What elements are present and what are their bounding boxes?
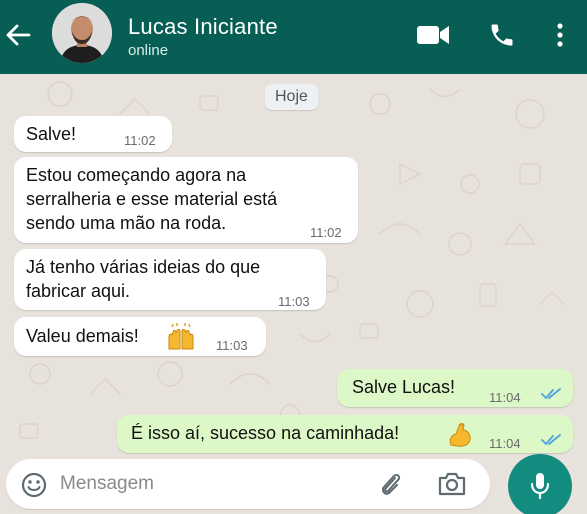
whatsapp-chat-screen: Lucas Iniciante online Hoje Salve! 11:02… bbox=[0, 0, 587, 514]
message-bubble-incoming[interactable]: Estou começando agora na serralheria e e… bbox=[14, 157, 358, 243]
message-text: Já tenho várias ideias do que fabricar a… bbox=[26, 257, 261, 301]
message-bubble-outgoing[interactable]: Salve Lucas! 11:04 bbox=[337, 369, 573, 407]
message-text: Salve Lucas! bbox=[352, 377, 456, 397]
contact-name[interactable]: Lucas Iniciante bbox=[128, 14, 278, 40]
message-bubble-outgoing[interactable]: É isso aí, sucesso na caminhada! 11:04 bbox=[117, 415, 573, 453]
message-time: 11:02 bbox=[310, 225, 342, 240]
more-options-icon[interactable] bbox=[552, 19, 568, 51]
message-bubble-incoming[interactable]: Salve! 11:02 bbox=[14, 116, 172, 152]
message-time: 11:03 bbox=[278, 294, 310, 309]
read-receipt-icon bbox=[541, 388, 561, 399]
read-receipt-icon bbox=[541, 434, 561, 445]
back-arrow-icon[interactable] bbox=[4, 21, 32, 49]
message-bubble-incoming[interactable]: Já tenho várias ideias do que fabricar a… bbox=[14, 249, 326, 310]
date-separator: Hoje bbox=[265, 84, 318, 110]
message-bubble-incoming[interactable]: Valeu demais! 11:03 bbox=[14, 317, 266, 356]
message-text: Estou começando agora na serralheria e e… bbox=[26, 165, 278, 233]
camera-icon[interactable] bbox=[437, 471, 467, 497]
avatar[interactable] bbox=[52, 3, 112, 63]
message-time: 11:04 bbox=[489, 436, 521, 451]
message-text: Valeu demais! bbox=[26, 326, 139, 346]
emoji-icon[interactable] bbox=[20, 471, 48, 499]
flexed-biceps-emoji-icon bbox=[449, 423, 471, 447]
message-time: 11:04 bbox=[489, 390, 521, 405]
message-text: É isso aí, sucesso na caminhada! bbox=[131, 423, 400, 443]
message-input[interactable] bbox=[60, 469, 360, 499]
message-composer bbox=[6, 459, 490, 509]
contact-status: online bbox=[128, 42, 169, 59]
raising-hands-emoji-icon bbox=[168, 323, 194, 350]
phone-call-icon[interactable] bbox=[486, 19, 518, 51]
message-time: 11:03 bbox=[216, 338, 248, 353]
chat-area[interactable]: Hoje Salve! 11:02 Estou começando agora … bbox=[0, 74, 587, 514]
attach-icon[interactable] bbox=[378, 470, 404, 498]
message-time: 11:02 bbox=[124, 133, 156, 148]
message-text: Salve! bbox=[26, 124, 77, 144]
video-call-icon[interactable] bbox=[415, 19, 451, 51]
chat-header: Lucas Iniciante online bbox=[0, 0, 587, 74]
microphone-icon[interactable] bbox=[508, 454, 572, 514]
